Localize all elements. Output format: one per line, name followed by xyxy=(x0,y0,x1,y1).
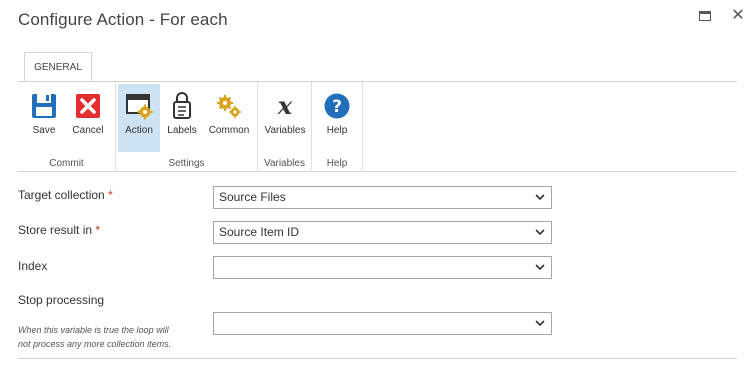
group-label-settings: Settings xyxy=(168,158,205,169)
group-label-commit: Commit xyxy=(49,158,84,169)
save-label: Save xyxy=(32,125,56,136)
index-label: Index xyxy=(18,259,48,273)
action-icon xyxy=(126,94,153,120)
ribbon-group-commit: Save Cancel Commit xyxy=(18,82,116,172)
cancel-icon xyxy=(76,94,100,118)
ribbon-group-help: ? Help Help xyxy=(312,82,363,172)
action-button[interactable]: Action xyxy=(118,84,160,152)
dialog-title: Configure Action - For each xyxy=(18,10,228,29)
chevron-down-icon xyxy=(535,229,545,236)
save-icon xyxy=(32,94,56,118)
store-result-text: Store result in xyxy=(18,223,93,237)
svg-text:x: x xyxy=(277,92,293,120)
common-button[interactable]: Common xyxy=(204,84,254,152)
ribbon: Save Cancel Commit Action Labels Common … xyxy=(18,81,737,172)
target-collection-label: Target collection * xyxy=(18,188,113,202)
action-label: Action xyxy=(125,125,153,136)
target-collection-text: Target collection xyxy=(18,188,105,202)
stop-processing-select[interactable] xyxy=(213,312,552,335)
required-marker: * xyxy=(108,188,113,202)
help-label: Help xyxy=(326,125,348,136)
common-icon xyxy=(217,95,241,118)
divider xyxy=(18,358,737,359)
svg-text:?: ? xyxy=(332,97,342,117)
target-collection-value: Source Files xyxy=(219,190,286,204)
save-button[interactable]: Save xyxy=(24,84,64,152)
maximize-icon xyxy=(699,11,711,21)
cancel-label: Cancel xyxy=(72,125,104,136)
ribbon-group-settings: Action Labels Common Settings xyxy=(116,82,258,172)
stop-processing-hint: When this variable is true the loop will… xyxy=(18,323,208,351)
tab-general[interactable]: GENERAL xyxy=(24,52,92,82)
common-label: Common xyxy=(208,125,250,136)
variables-label: Variables xyxy=(264,125,306,136)
chevron-down-icon xyxy=(535,264,545,271)
chevron-down-icon xyxy=(535,320,545,327)
group-label-help: Help xyxy=(326,158,348,169)
close-button[interactable]: ✕ xyxy=(730,8,746,24)
hint-line-1: When this variable is true the loop will xyxy=(18,325,169,335)
variables-icon: x xyxy=(277,92,293,120)
labels-button[interactable]: Labels xyxy=(162,84,202,152)
store-result-value: Source Item ID xyxy=(219,225,300,239)
chevron-down-icon xyxy=(535,194,545,201)
variables-button[interactable]: x Variables xyxy=(261,84,309,152)
maximize-button[interactable] xyxy=(697,8,713,24)
required-marker: * xyxy=(95,223,101,237)
help-icon: ? xyxy=(324,93,350,119)
cancel-button[interactable]: Cancel xyxy=(68,84,108,152)
store-result-label: Store result in * xyxy=(18,223,100,237)
group-label-variables: Variables xyxy=(264,158,305,169)
store-result-select[interactable]: Source Item ID xyxy=(213,221,552,244)
close-icon: ✕ xyxy=(731,7,745,24)
index-select[interactable] xyxy=(213,256,552,279)
stop-processing-label: Stop processing xyxy=(18,293,105,307)
hint-line-2: not process any more collection items. xyxy=(18,339,172,349)
help-button[interactable]: ? Help xyxy=(317,84,357,152)
labels-label: Labels xyxy=(167,125,197,136)
labels-icon xyxy=(173,92,191,119)
ribbon-group-variables: x Variables Variables xyxy=(258,82,312,172)
target-collection-select[interactable]: Source Files xyxy=(213,186,552,209)
